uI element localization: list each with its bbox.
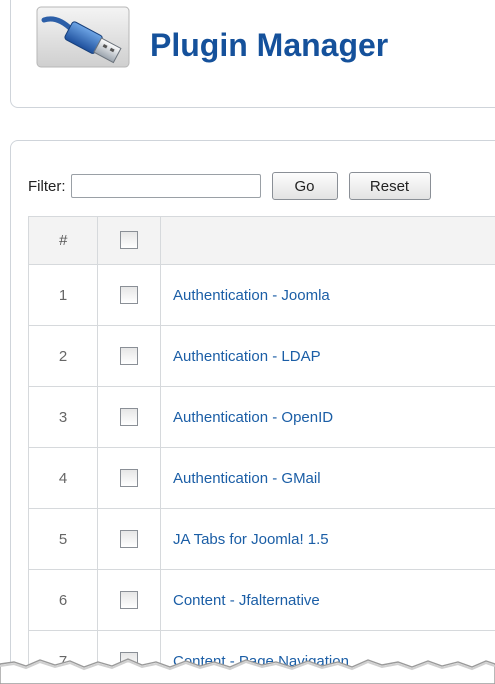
plugin-plug-icon bbox=[36, 6, 130, 68]
select-all-checkbox[interactable] bbox=[120, 231, 138, 250]
plugin-name-link[interactable]: Authentication - LDAP bbox=[173, 348, 321, 365]
table-header-row: # bbox=[28, 216, 495, 265]
column-header-name[interactable] bbox=[160, 216, 495, 265]
row-number: 2 bbox=[28, 325, 98, 387]
table-row: 5 JA Tabs for Joomla! 1.5 bbox=[28, 508, 495, 570]
plugin-name-link[interactable]: JA Tabs for Joomla! 1.5 bbox=[173, 531, 329, 548]
table-row: 4 Authentication - GMail bbox=[28, 447, 495, 509]
table-row: 3 Authentication - OpenID bbox=[28, 386, 495, 448]
reset-button[interactable]: Reset bbox=[348, 172, 431, 200]
row-checkbox[interactable] bbox=[120, 407, 138, 426]
row-number: 5 bbox=[28, 508, 98, 570]
row-number: 3 bbox=[28, 386, 98, 448]
torn-edge-decoration bbox=[0, 658, 495, 684]
row-number: 1 bbox=[28, 264, 98, 326]
filter-input[interactable] bbox=[70, 174, 261, 198]
row-checkbox[interactable] bbox=[120, 468, 138, 487]
go-button[interactable]: Go bbox=[271, 172, 338, 200]
row-checkbox[interactable] bbox=[120, 529, 138, 548]
row-number: 6 bbox=[28, 569, 98, 631]
plugin-name-link[interactable]: Authentication - OpenID bbox=[173, 409, 333, 426]
filter-bar: Filter: Go Reset bbox=[28, 171, 431, 201]
row-checkbox[interactable] bbox=[120, 590, 138, 609]
row-number: 4 bbox=[28, 447, 98, 509]
filter-label: Filter: bbox=[28, 177, 66, 195]
table-row: 2 Authentication - LDAP bbox=[28, 325, 495, 387]
plugin-table: # 1 Authentication - Joomla 2 Authentica… bbox=[28, 216, 495, 684]
table-row: 1 Authentication - Joomla bbox=[28, 264, 495, 326]
column-header-number: # bbox=[28, 216, 98, 265]
page-title: Plugin Manager bbox=[150, 27, 389, 63]
plugin-manager-page: Plugin Manager Filter: Go Reset # 1 Auth… bbox=[0, 0, 495, 684]
plugin-name-link[interactable]: Authentication - GMail bbox=[173, 470, 321, 487]
plugin-name-link[interactable]: Authentication - Joomla bbox=[173, 287, 330, 304]
table-row: 6 Content - Jfalternative bbox=[28, 569, 495, 631]
row-checkbox[interactable] bbox=[120, 346, 138, 365]
row-checkbox[interactable] bbox=[120, 285, 138, 304]
column-header-select-all bbox=[97, 216, 161, 265]
plugin-name-link[interactable]: Content - Jfalternative bbox=[173, 592, 320, 609]
